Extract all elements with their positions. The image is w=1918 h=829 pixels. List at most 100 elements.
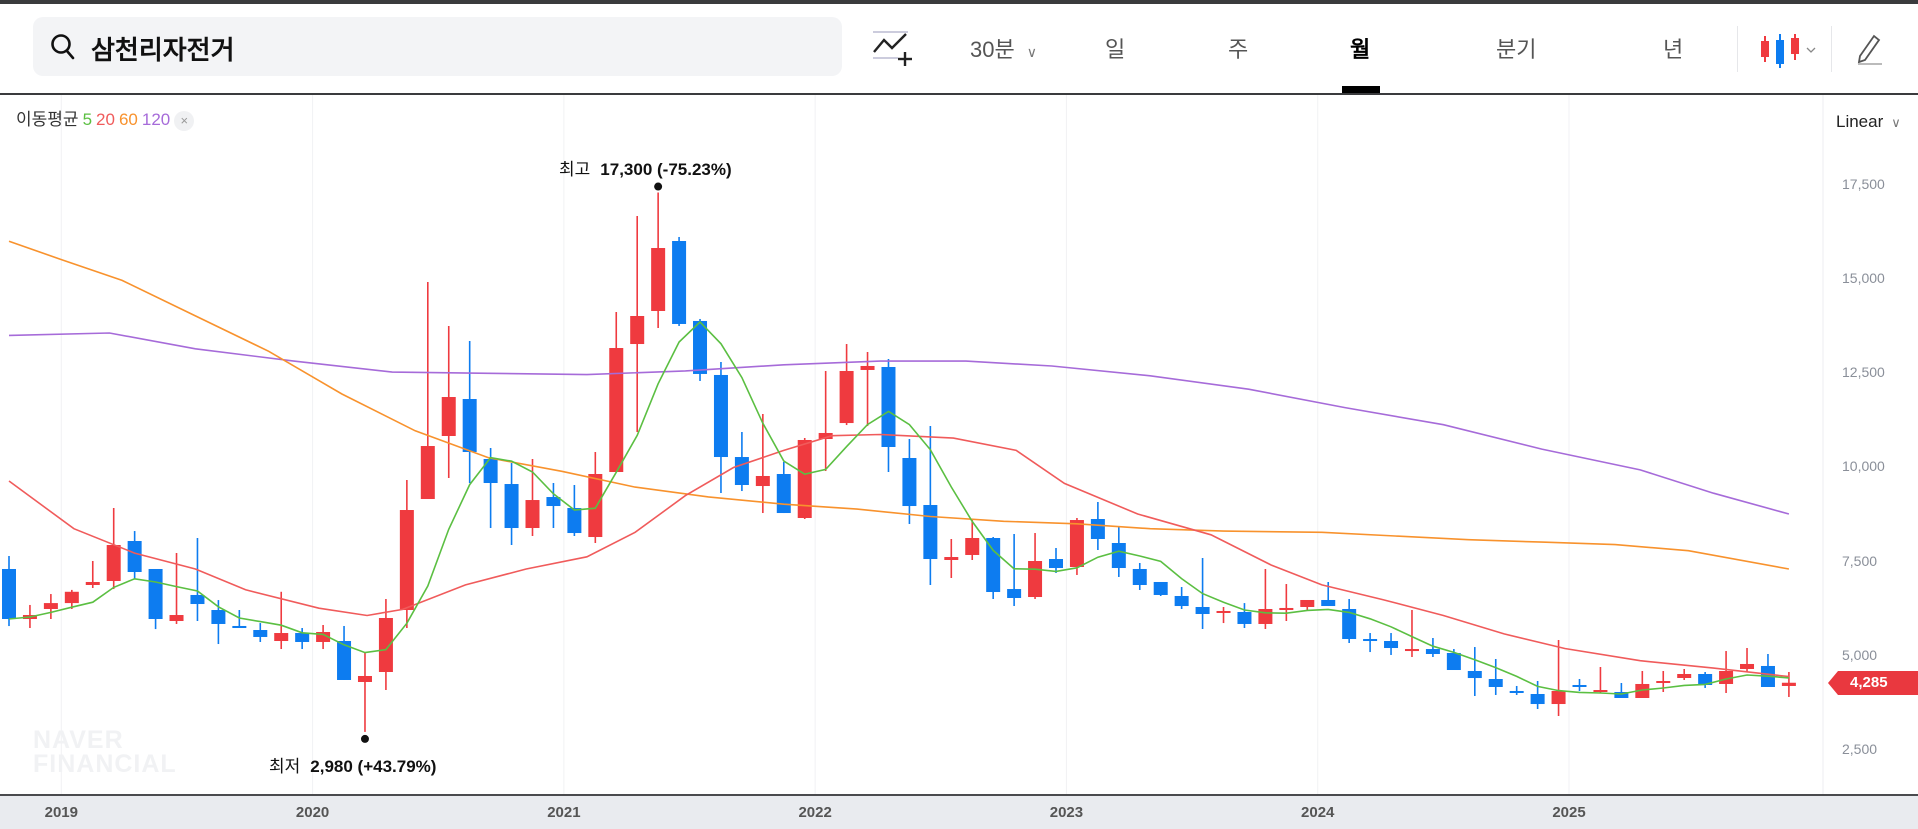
candle-body-2020-08 — [462, 399, 477, 453]
add-indicator-icon[interactable] — [872, 28, 912, 73]
candle-body-2020-11 — [525, 500, 540, 529]
candle-body-2019-04 — [127, 541, 142, 573]
low-annotation: 최저 2,980 (+43.79%) — [269, 752, 436, 777]
candle-body-2024-03 — [1363, 639, 1378, 642]
candle-body-2021-11 — [776, 474, 791, 514]
candle-body-2022-07 — [944, 557, 959, 560]
high-marker — [654, 182, 663, 191]
candle-body-2025-11 — [1781, 682, 1796, 686]
candle-body-2023-04 — [1132, 568, 1147, 585]
chevron-down-icon: ∨ — [1891, 115, 1901, 130]
low-value: 2,980 (+43.79%) — [310, 757, 437, 776]
candle-body-2023-02 — [1090, 519, 1105, 540]
draw-pencil-icon[interactable] — [1856, 32, 1884, 71]
candle-body-2021-06 — [672, 241, 687, 324]
y-axis-label: 7,500 — [1842, 552, 1878, 569]
moving-average-legend: 이동평균 5 20 60 120 × — [16, 105, 198, 131]
candle-body-2024-09 — [1488, 679, 1503, 687]
candle-body-2020-03 — [357, 675, 372, 682]
candle-body-2021-01 — [567, 508, 582, 534]
candle-body-2019-09 — [232, 625, 247, 629]
candle-body-2025-01 — [1572, 685, 1587, 687]
interval-label: 30분 — [970, 37, 1015, 62]
candle-body-2024-01 — [1321, 599, 1336, 607]
tab-quarterly[interactable]: 분기 — [1496, 32, 1536, 64]
candle-body-2023-01 — [1069, 520, 1084, 567]
high-value: 17,300 (-75.23%) — [600, 160, 732, 179]
scale-dropdown[interactable]: Linear ∨ — [1836, 112, 1901, 132]
y-axis-label: 12,500 — [1842, 364, 1885, 381]
candle-body-2024-08 — [1467, 670, 1482, 679]
candle-body-2019-11 — [274, 633, 289, 642]
time-axis[interactable]: 2019 2020 2021 2022 2023 2024 2025 — [0, 794, 1918, 829]
low-marker — [360, 734, 369, 743]
x-axis-label: 2023 — [1049, 804, 1084, 821]
tab-daily[interactable]: 일 — [1105, 32, 1125, 64]
candle-body-2021-10 — [755, 475, 770, 487]
price-chart[interactable] — [0, 95, 1918, 795]
candle-body-2019-07 — [190, 594, 205, 605]
close-icon[interactable]: × — [174, 110, 195, 131]
chevron-down-icon: ∨ — [1026, 44, 1037, 60]
stock-search-input[interactable]: 삼천리자전거 — [33, 17, 842, 76]
x-axis-label: 2020 — [295, 804, 330, 821]
interval-dropdown[interactable]: 30분 ∨ — [970, 32, 1037, 64]
candle-body-2019-02 — [85, 581, 100, 585]
candle-body-2019-01 — [64, 591, 79, 604]
candle-body-2021-05 — [651, 248, 666, 311]
candle-body-2024-07 — [1446, 652, 1461, 671]
legend-ma5: 5 — [82, 110, 93, 129]
candle-body-2024-06 — [1425, 649, 1440, 655]
candle-body-2021-09 — [734, 457, 749, 485]
x-axis-label: 2019 — [44, 804, 78, 821]
x-axis-label: 2024 — [1301, 804, 1335, 821]
candle-body-2022-12 — [1049, 559, 1063, 569]
candle-body-2019-10 — [253, 630, 268, 637]
candle-body-2022-11 — [1028, 561, 1043, 598]
candle-body-2023-12 — [1300, 599, 1315, 607]
candle-body-2023-11 — [1279, 607, 1294, 611]
y-axis-label: 10,000 — [1842, 458, 1885, 475]
search-query: 삼천리자전거 — [91, 35, 235, 65]
active-tab-indicator — [1342, 86, 1380, 93]
chart-type-dropdown[interactable] — [1760, 32, 1824, 73]
legend-ma60: 60 — [118, 110, 138, 129]
candle-body-2020-07 — [441, 397, 456, 436]
candle-body-2023-10 — [1258, 608, 1273, 624]
legend-label: 이동평균 — [16, 110, 79, 129]
candle-body-2020-10 — [504, 484, 519, 529]
candle-body-2024-05 — [1404, 649, 1419, 652]
candle-body-2023-03 — [1111, 543, 1126, 569]
candle-body-2019-03 — [106, 545, 121, 582]
scale-label: Linear — [1836, 112, 1884, 131]
legend-ma20: 20 — [96, 110, 115, 129]
candle-body-2018-12 — [43, 603, 58, 609]
divider — [1737, 26, 1738, 72]
candle-body-2021-02 — [588, 474, 603, 538]
candle-body-2024-11 — [1530, 694, 1545, 705]
candle-body-2021-07 — [693, 320, 708, 374]
candle-body-2024-10 — [1509, 690, 1524, 693]
candle-body-2025-09 — [1740, 663, 1755, 669]
high-annotation: 최고 17,300 (-75.23%) — [559, 155, 732, 180]
tab-yearly[interactable]: 년 — [1663, 32, 1683, 64]
search-icon — [50, 33, 76, 66]
legend-ma120: 120 — [141, 110, 171, 129]
candle-body-2023-09 — [1237, 612, 1252, 624]
candle-body-2020-04 — [378, 617, 393, 673]
y-axis-label: 17,500 — [1842, 176, 1885, 192]
candle-body-2020-06 — [420, 446, 435, 500]
candle-body-2021-08 — [713, 374, 728, 458]
tab-monthly[interactable]: 월 — [1350, 32, 1370, 64]
candle-body-2022-06 — [923, 505, 938, 560]
candle-body-2019-12 — [295, 633, 310, 642]
tab-weekly[interactable]: 주 — [1228, 32, 1248, 64]
candle-body-2019-08 — [211, 610, 226, 624]
candle-body-2022-08 — [965, 537, 980, 555]
candle-body-2018-10 — [2, 568, 16, 620]
naver-financial-watermark: NAVER FINANCIAL — [33, 726, 177, 778]
x-axis-label: 2022 — [798, 804, 832, 821]
current-price-tag: 4,285 — [1828, 671, 1918, 695]
x-axis-label: 2025 — [1552, 804, 1586, 821]
candle-body-2023-07 — [1195, 606, 1210, 615]
